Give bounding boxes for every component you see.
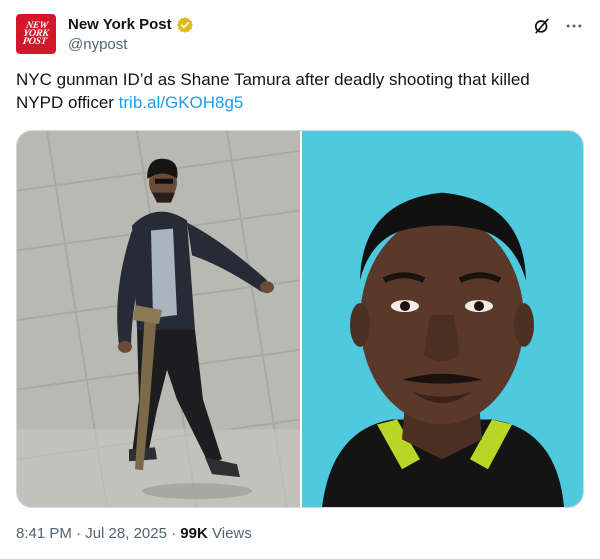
tweet[interactable]: NEW YORK POST New York Post @nypost NYC … [0,0,600,559]
author-names: New York Post @nypost [68,16,194,55]
views-label: Views [212,525,252,542]
id-portrait-photo[interactable] [302,131,583,507]
surveillance-photo[interactable] [17,131,300,507]
tweet-text-content: NYC gunman ID’d as Shane Tamura after de… [16,70,530,112]
tweet-meta: 8:41 PM · Jul 28, 2025 · 99K Views [16,524,252,544]
display-name[interactable]: New York Post [68,16,172,34]
name-row: New York Post [68,16,194,34]
handle[interactable]: @nypost [68,35,194,55]
id-portrait-photo-image [302,131,583,507]
nypost-logo: NEW YORK POST [22,20,50,47]
tweet-link[interactable]: trib.al/GKOH8g5 [119,93,244,112]
tweet-actions [532,16,584,36]
media-grid [16,130,584,508]
tweet-date[interactable]: Jul 28, 2025 [85,525,167,542]
avatar[interactable]: NEW YORK POST [16,14,56,54]
meta-separator-2: · [171,525,177,542]
tweet-header: NEW YORK POST New York Post @nypost [16,14,584,58]
verified-badge-icon[interactable] [176,16,194,34]
surveillance-photo-image [17,131,300,507]
grok-icon[interactable] [532,16,552,36]
tweet-time[interactable]: 8:41 PM [16,525,72,542]
meta-separator: · [76,525,82,542]
tweet-text: NYC gunman ID’d as Shane Tamura after de… [16,68,576,114]
more-icon[interactable] [564,16,584,36]
views-count[interactable]: 99K [180,525,208,542]
